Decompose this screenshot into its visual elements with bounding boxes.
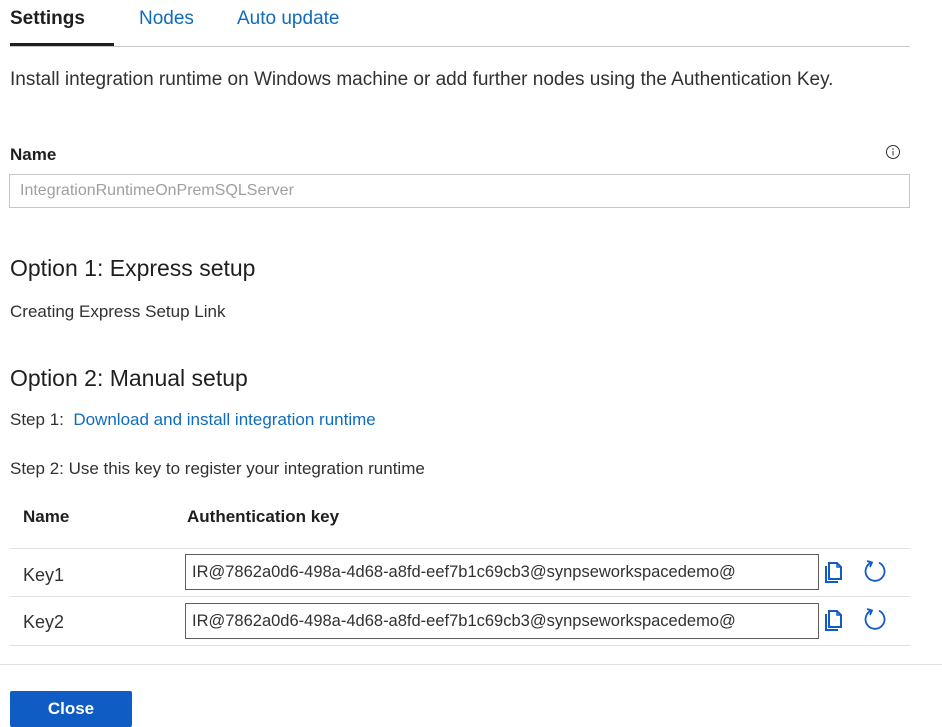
active-tab-indicator	[10, 43, 114, 46]
key2-name: Key2	[23, 612, 65, 632]
download-runtime-link[interactable]: Download and install integration runtime	[73, 410, 375, 429]
refresh-icon[interactable]	[862, 606, 888, 632]
key1-auth-key-input[interactable]	[185, 554, 819, 590]
description-text: Install integration runtime on Windows m…	[10, 69, 834, 90]
row-divider	[10, 645, 910, 646]
tab-auto-update[interactable]: Auto update	[237, 8, 339, 30]
option1-heading: Option 1: Express setup	[10, 255, 256, 281]
key2-auth-key-input[interactable]	[185, 603, 819, 639]
name-label: Name	[10, 145, 57, 164]
step1-prefix: Step 1:	[10, 410, 64, 429]
table-header-divider	[10, 548, 910, 549]
name-input[interactable]	[9, 174, 910, 208]
express-setup-status: Creating Express Setup Link	[10, 302, 226, 321]
step2-text: Step 2: Use this key to register your in…	[10, 459, 425, 478]
tab-nodes[interactable]: Nodes	[139, 8, 194, 30]
key1-name: Key1	[23, 565, 65, 585]
tab-bar: Settings Nodes Auto update	[10, 0, 910, 47]
close-button[interactable]: Close	[10, 691, 132, 727]
info-circle-icon[interactable]	[885, 144, 901, 160]
option2-heading: Option 2: Manual setup	[10, 365, 248, 391]
refresh-icon[interactable]	[862, 558, 888, 584]
tab-settings[interactable]: Settings	[10, 8, 85, 30]
column-header-auth-key: Authentication key	[187, 507, 340, 526]
step1-row: Step 1: Download and install integration…	[10, 410, 376, 430]
copy-icon[interactable]	[822, 559, 848, 585]
row-divider	[10, 596, 910, 597]
copy-icon[interactable]	[822, 607, 848, 633]
footer-divider	[0, 664, 942, 665]
column-header-name: Name	[23, 507, 70, 526]
